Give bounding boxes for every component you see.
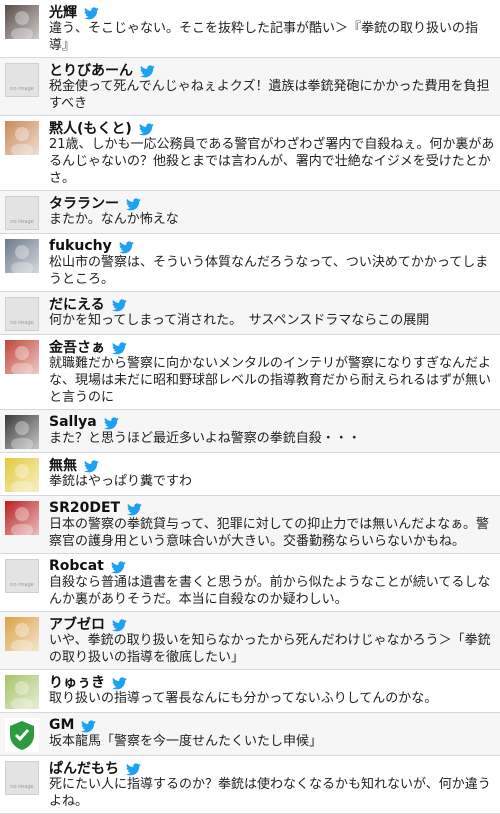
avatar[interactable] bbox=[5, 501, 39, 535]
user-name[interactable]: 無無 bbox=[49, 455, 77, 475]
user-name[interactable]: アブゼロ bbox=[49, 614, 105, 634]
tweet-text: 死にたい人に指導するのか？拳銃は使わなくなるかも知れないが、何か違うよね。 bbox=[49, 777, 491, 809]
tweet-item: りゅぅき 取り扱いの指導って署長なんにも分かってないふりしてんのかな。 bbox=[0, 670, 500, 713]
user-name[interactable]: とりびあーん bbox=[49, 60, 133, 80]
twitter-bird-icon[interactable] bbox=[118, 239, 134, 254]
avatar[interactable] bbox=[5, 458, 39, 492]
twitter-bird-icon[interactable] bbox=[84, 5, 99, 20]
tweet-text: また？と思うほど最近多いよね警察の拳銃自殺・・・ bbox=[49, 431, 361, 446]
twitter-bird-icon[interactable] bbox=[103, 415, 119, 430]
user-name[interactable]: 金吾さぁ bbox=[49, 337, 105, 357]
user-name[interactable]: だにえる bbox=[49, 294, 105, 314]
twitter-bird-icon[interactable] bbox=[127, 501, 142, 516]
no-image-label: no image bbox=[10, 784, 34, 790]
tweet-item: アブゼロ いや、拳銃の取り扱いを知らなかったから死んだわけじゃなかろう＞「拳銃の取… bbox=[0, 612, 500, 670]
tweet-text: またか。なんか怖えな bbox=[49, 212, 179, 227]
tweet-item: SR20DET 日本の警察の拳銃貸与って、犯罪に対しての抑止力では無いんだよなぁ。… bbox=[0, 496, 500, 554]
tweet-item: fukuchy 松山市の警察は、そういう体質なんだろうなって、つい決めてかかってし… bbox=[0, 234, 500, 292]
user-name[interactable]: SR20DET bbox=[49, 500, 120, 516]
avatar[interactable] bbox=[5, 675, 39, 709]
avatar[interactable] bbox=[5, 415, 39, 449]
tweet-text: 取り扱いの指導って署長なんにも分かってないふりしてんのかな。 bbox=[49, 691, 438, 706]
user-name[interactable]: 黙人(もくと) bbox=[49, 118, 132, 138]
tweet-item: 無無 拳銃はやっぱり糞ですわ bbox=[0, 453, 500, 496]
no-image-label: no image bbox=[10, 219, 34, 225]
twitter-bird-icon[interactable] bbox=[112, 617, 127, 632]
tweet-item: 黙人(もくと) 21歳、しかも一応公務員である警官がわざわざ署内で自殺ねぇ。何か裏… bbox=[0, 116, 500, 191]
user-name[interactable]: GM bbox=[49, 717, 74, 733]
tweet-feed: 光輝 違う、そこじゃない。そこを抜粋した記事が酷い＞『拳銃の取り扱いの指導』 no … bbox=[0, 0, 500, 814]
avatar[interactable]: no image bbox=[5, 297, 39, 331]
tweet-text: 就職難だから警察に向かないメンタルのインテリが警察になりすぎなんだよな、現場は未… bbox=[49, 356, 492, 405]
tweet-text: 自殺なら普通は遺書を書くと思うが。前から似たようなことが続いてるしなんか裏があり… bbox=[49, 575, 491, 607]
tweet-text: 拳銃はやっぱり糞ですわ bbox=[49, 474, 193, 489]
twitter-bird-icon[interactable] bbox=[112, 340, 127, 355]
twitter-bird-icon[interactable] bbox=[140, 63, 155, 78]
tweet-text: 松山市の警察は、そういう体質なんだろうなって、つい決めてかかってしまうところ。 bbox=[49, 255, 489, 287]
no-image-label: no image bbox=[10, 582, 34, 588]
twitter-bird-icon[interactable] bbox=[126, 196, 141, 211]
avatar[interactable] bbox=[5, 340, 39, 374]
tweet-text: 何かを知ってしまって消された。 サスペンスドラマならこの展開 bbox=[49, 313, 430, 328]
twitter-bird-icon[interactable] bbox=[126, 761, 141, 776]
avatar[interactable]: no image bbox=[5, 63, 39, 97]
tweet-item: 光輝 違う、そこじゃない。そこを抜粋した記事が酷い＞『拳銃の取り扱いの指導』 bbox=[0, 0, 500, 58]
tweet-text: 税金使って死んでんじゃねぇよクズ！遺族は拳銃発砲にかかった費用を負担すべき bbox=[49, 79, 490, 111]
tweet-text: 坂本龍馬「警察を今一度せんたくいたし申候」 bbox=[49, 734, 323, 749]
user-name[interactable]: タラランー bbox=[49, 193, 119, 213]
avatar[interactable]: no image bbox=[5, 196, 39, 230]
tweet-item: GM 坂本龍馬「警察を今一度せんたくいたし申候」 bbox=[0, 713, 500, 756]
twitter-bird-icon[interactable] bbox=[138, 121, 154, 136]
avatar[interactable]: no image bbox=[5, 559, 39, 593]
user-name[interactable]: Sallya bbox=[49, 414, 97, 430]
twitter-bird-icon[interactable] bbox=[111, 297, 127, 312]
no-image-label: no image bbox=[10, 86, 34, 92]
tweet-text: 日本の警察の拳銃貸与って、犯罪に対しての抑止力では無いんだよなぁ。警察官の護身用… bbox=[49, 517, 490, 549]
user-name[interactable]: りゅぅき bbox=[49, 672, 105, 692]
tweet-item: no image タラランー またか。なんか怖えな bbox=[0, 191, 500, 234]
avatar[interactable] bbox=[5, 617, 39, 651]
twitter-bird-icon[interactable] bbox=[84, 458, 99, 473]
twitter-bird-icon[interactable] bbox=[110, 559, 126, 574]
user-name[interactable]: Robcat bbox=[49, 558, 104, 574]
avatar[interactable] bbox=[5, 5, 39, 39]
avatar[interactable] bbox=[5, 239, 39, 273]
avatar[interactable]: no image bbox=[5, 761, 39, 795]
avatar[interactable] bbox=[5, 718, 39, 752]
tweet-text: 21歳、しかも一応公務員である警官がわざわざ署内で自殺ねぇ。何か裏があるんじゃな… bbox=[49, 137, 495, 186]
tweet-item: no image Robcat 自殺なら普通は遺書を書くと思うが。前から似たようなこ… bbox=[0, 554, 500, 612]
user-name[interactable]: ぱんだもち bbox=[49, 758, 119, 778]
user-name[interactable]: 光輝 bbox=[49, 2, 77, 22]
user-name[interactable]: fukuchy bbox=[49, 238, 112, 254]
tweet-item: no image だにえる 何かを知ってしまって消された。 サスペンスドラマならこの… bbox=[0, 292, 500, 335]
twitter-bird-icon[interactable] bbox=[112, 675, 127, 690]
twitter-bird-icon[interactable] bbox=[81, 718, 97, 733]
tweet-text: 違う、そこじゃない。そこを抜粋した記事が酷い＞『拳銃の取り扱いの指導』 bbox=[49, 21, 479, 53]
tweet-item: Sallya また？と思うほど最近多いよね警察の拳銃自殺・・・ bbox=[0, 410, 500, 453]
tweet-item: 金吾さぁ 就職難だから警察に向かないメンタルのインテリが警察になりすぎなんだよな、… bbox=[0, 335, 500, 410]
no-image-label: no image bbox=[10, 320, 34, 326]
tweet-text: いや、拳銃の取り扱いを知らなかったから死んだわけじゃなかろう＞「拳銃の取り扱いの… bbox=[49, 633, 491, 665]
tweet-item: no image とりびあーん 税金使って死んでんじゃねぇよクズ！遺族は拳銃発砲にか… bbox=[0, 58, 500, 116]
avatar[interactable] bbox=[5, 121, 39, 155]
